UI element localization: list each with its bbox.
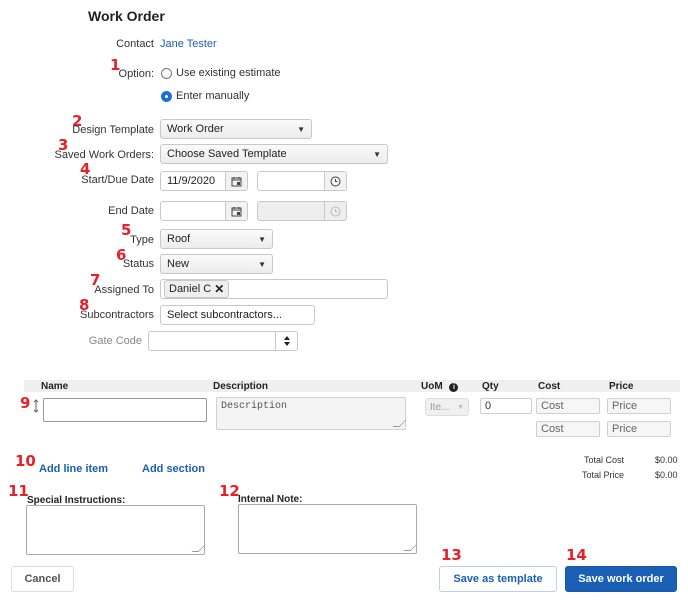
subcontractors-input[interactable]: Select subcontractors... xyxy=(160,305,315,325)
status-value: New xyxy=(167,258,190,270)
status-select[interactable]: New ▼ xyxy=(160,254,273,274)
contact-label: Contact xyxy=(116,38,154,50)
chevron-down-icon: ▼ xyxy=(258,259,266,269)
cost-placeholder: Cost xyxy=(541,400,564,412)
marker-13: 13 xyxy=(441,546,462,564)
column-name: Name xyxy=(41,381,69,392)
line-items-header xyxy=(24,380,680,392)
uom-select[interactable]: Ite... ▼ xyxy=(425,398,469,416)
marker-14: 14 xyxy=(566,546,587,564)
option-use-existing-estimate[interactable]: Use existing estimate xyxy=(161,67,281,79)
type-value: Roof xyxy=(167,233,191,245)
start-time-input[interactable] xyxy=(257,171,347,191)
add-section-link[interactable]: Add section xyxy=(142,463,205,475)
end-date-input[interactable] xyxy=(160,201,248,221)
status-label: Status xyxy=(122,258,154,270)
saved-work-orders-label: Saved Work Orders: xyxy=(54,149,154,161)
qty-value: 0 xyxy=(485,400,492,412)
marker-10: 10 xyxy=(15,452,36,470)
spinner-icon[interactable] xyxy=(275,332,297,350)
design-template-label: Design Template xyxy=(72,124,154,136)
special-instructions-textarea[interactable] xyxy=(26,505,205,555)
total-cost-value: $0.00 xyxy=(655,455,678,465)
chevron-down-icon: ▼ xyxy=(457,403,465,411)
option-enter-manually[interactable]: Enter manually xyxy=(161,90,249,102)
info-icon[interactable]: i xyxy=(449,383,459,392)
column-uom-label: UoM xyxy=(421,381,443,392)
total-price-value: $0.00 xyxy=(655,470,678,480)
page-title: Work Order xyxy=(88,8,165,24)
start-date-value: 11/9/2020 xyxy=(167,175,216,187)
add-line-item-link[interactable]: Add line item xyxy=(39,463,108,475)
save-work-order-button[interactable]: Save work order xyxy=(565,566,677,592)
price-placeholder: Price xyxy=(612,400,638,412)
price2-placeholder: Price xyxy=(612,423,638,435)
description-placeholder: Description xyxy=(221,401,288,412)
radio-unchecked-icon[interactable] xyxy=(161,67,172,79)
line-item-description-input[interactable]: Description xyxy=(216,397,406,430)
subcontractors-label: Subcontractors xyxy=(80,309,154,321)
marker-9: 9 xyxy=(20,394,31,412)
end-date-label: End Date xyxy=(108,205,154,217)
cost2-placeholder: Cost xyxy=(541,423,564,435)
assignee-name: Daniel C xyxy=(169,283,212,295)
cancel-button[interactable]: Cancel xyxy=(11,566,74,592)
column-description: Description xyxy=(213,381,269,392)
drag-handle-icon[interactable] xyxy=(33,399,39,416)
cost-input[interactable]: Cost xyxy=(536,398,600,414)
design-template-value: Work Order xyxy=(167,123,224,135)
line-item-name-input[interactable] xyxy=(43,398,207,422)
qty-input[interactable]: 0 xyxy=(480,398,532,414)
uom-value: Ite... xyxy=(429,401,450,413)
chevron-down-icon: ▼ xyxy=(373,149,381,159)
cost-input-2[interactable]: Cost xyxy=(536,421,600,437)
calendar-icon[interactable] xyxy=(225,172,247,190)
start-due-date-label: Start/Due Date xyxy=(81,174,154,186)
column-qty: Qty xyxy=(482,381,499,392)
column-cost: Cost xyxy=(538,381,561,392)
column-uom: UoM i xyxy=(421,381,459,392)
design-template-select[interactable]: Work Order ▼ xyxy=(160,119,312,139)
marker-11: 11 xyxy=(8,482,29,500)
radio-checked-icon[interactable] xyxy=(161,90,172,102)
internal-note-textarea[interactable] xyxy=(238,504,417,554)
clock-icon xyxy=(324,202,346,220)
option-label-manual: Enter manually xyxy=(176,90,250,102)
assigned-to-label: Assigned To xyxy=(94,284,154,296)
calendar-icon[interactable] xyxy=(225,202,247,220)
type-select[interactable]: Roof ▼ xyxy=(160,229,273,249)
start-date-input[interactable]: 11/9/2020 xyxy=(160,171,248,191)
total-cost-label: Total Cost xyxy=(584,455,625,465)
clock-icon[interactable] xyxy=(324,172,346,190)
gate-code-label: Gate Code xyxy=(88,335,142,347)
price-input[interactable]: Price xyxy=(607,398,671,414)
save-as-template-button[interactable]: Save as template xyxy=(439,566,557,592)
column-price: Price xyxy=(609,381,634,392)
saved-work-orders-select[interactable]: Choose Saved Template ▼ xyxy=(160,144,388,164)
gate-code-input[interactable] xyxy=(148,331,298,351)
option-label: Option: xyxy=(118,68,154,80)
assigned-to-input[interactable]: Daniel C ✕ xyxy=(160,279,388,299)
remove-tag-icon[interactable]: ✕ xyxy=(214,282,224,296)
assignee-tag: Daniel C ✕ xyxy=(164,280,230,298)
saved-work-orders-value: Choose Saved Template xyxy=(167,148,287,160)
contact-link[interactable]: Jane Tester xyxy=(160,38,217,50)
marker-12: 12 xyxy=(219,482,240,500)
end-time-input xyxy=(257,201,347,221)
chevron-down-icon: ▼ xyxy=(297,124,305,134)
subcontractors-placeholder: Select subcontractors... xyxy=(167,309,282,321)
option-label-existing: Use existing estimate xyxy=(176,67,281,79)
type-label: Type xyxy=(130,234,154,246)
price-input-2[interactable]: Price xyxy=(607,421,671,437)
total-price-label: Total Price xyxy=(582,470,625,480)
chevron-down-icon: ▼ xyxy=(258,234,266,244)
